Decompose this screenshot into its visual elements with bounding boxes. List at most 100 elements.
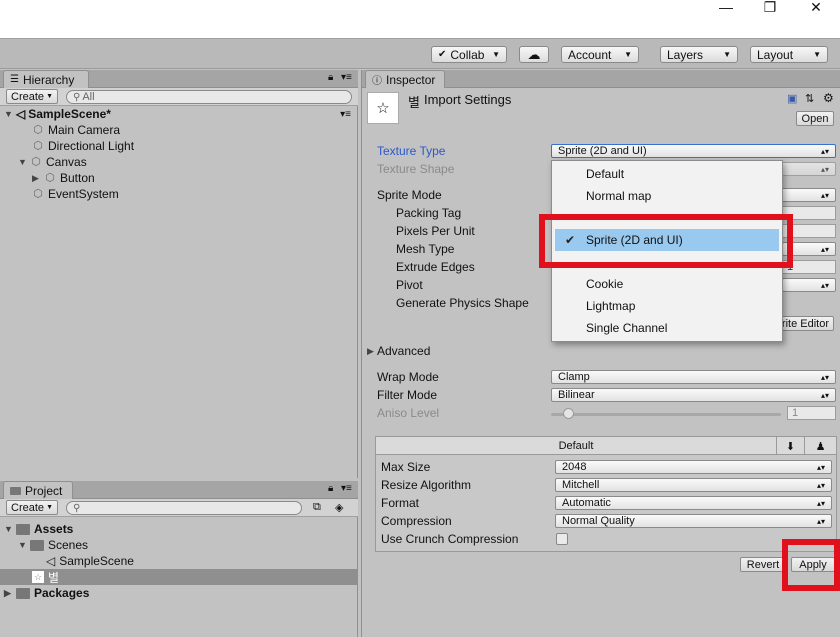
page-title: 별 Import Settings bbox=[408, 92, 511, 111]
android-icon: ♟ bbox=[815, 440, 826, 453]
preset-sliders-icon[interactable]: ⇅ bbox=[805, 92, 814, 105]
menu-item-label: Single Channel bbox=[586, 321, 668, 335]
menu-item-normal-map[interactable]: Normal map bbox=[552, 185, 782, 207]
dropdown-arrow-icon: ▴▾ bbox=[820, 146, 829, 156]
max-size-label: Max Size bbox=[381, 460, 431, 474]
sprite-mode-label: Sprite Mode bbox=[377, 188, 442, 202]
expand-down-icon[interactable]: ▼ bbox=[18, 157, 30, 167]
compression-label: Compression bbox=[381, 514, 452, 528]
menu-item-label: Cookie bbox=[586, 277, 624, 291]
scene-row[interactable]: ▼ ◁ SampleScene* ▾≡ bbox=[0, 106, 357, 122]
chevron-down-icon: ▼ bbox=[723, 50, 731, 59]
panel-menu-icon[interactable]: ▾≡ bbox=[341, 72, 352, 83]
expand-right-icon[interactable]: ▶ bbox=[4, 588, 16, 599]
create-button[interactable]: Create ▼ bbox=[6, 500, 58, 515]
restore-icon[interactable]: ❐ bbox=[750, 0, 790, 15]
texture-type-dropdown[interactable]: Sprite (2D and UI) ▴▾ bbox=[551, 144, 836, 158]
open-label: Open bbox=[801, 112, 829, 125]
list-item[interactable]: ⬡ EventSystem bbox=[0, 186, 357, 202]
platform-tabbar: Default ⬇ ♟ bbox=[376, 437, 836, 455]
advanced-foldout[interactable]: ▶ Advanced bbox=[367, 342, 430, 360]
folder-icon bbox=[10, 486, 21, 495]
list-item[interactable]: ▼ ⬡ Canvas bbox=[0, 154, 357, 170]
format-dropdown[interactable]: Automatic ▴▾ bbox=[555, 496, 832, 510]
tab-android-platform[interactable]: ♟ bbox=[804, 437, 836, 455]
hierarchy-search-input[interactable]: ⚲ All bbox=[66, 90, 352, 104]
pivot-dropdown[interactable]: ▴▾ bbox=[782, 278, 836, 292]
list-item-label: Scenes bbox=[48, 538, 89, 552]
search-icon: ⚲ bbox=[73, 91, 81, 103]
expand-down-icon[interactable]: ▼ bbox=[4, 109, 16, 119]
menu-item-lightmap[interactable]: Lightmap bbox=[552, 295, 782, 317]
dropdown-arrow-icon: ▴▾ bbox=[820, 372, 829, 382]
cloud-button[interactable]: ☁ bbox=[519, 46, 549, 63]
layers-dropdown[interactable]: Layers ▼ bbox=[660, 46, 738, 63]
create-button[interactable]: Create ▼ bbox=[6, 89, 58, 104]
dropdown-arrow-icon: ▴▾ bbox=[820, 280, 829, 290]
account-label: Account bbox=[568, 47, 612, 62]
label-tag-icon[interactable]: ◈ bbox=[335, 501, 343, 514]
aniso-slider-thumb bbox=[563, 408, 574, 419]
extrude-edges-label: Extrude Edges bbox=[396, 260, 475, 274]
menu-item-default[interactable]: Default bbox=[552, 163, 782, 185]
help-book-icon[interactable]: ▣ bbox=[787, 92, 797, 105]
list-item[interactable]: ⬡ Directional Light bbox=[0, 138, 357, 154]
create-label: Create bbox=[11, 501, 45, 514]
project-tabbar: Project 🔒︎ ▾≡ bbox=[0, 481, 358, 499]
panel-menu-icon[interactable]: ▾≡ bbox=[341, 483, 352, 494]
list-item[interactable]: ⬡ Main Camera bbox=[0, 122, 357, 138]
layout-dropdown[interactable]: Layout ▼ bbox=[750, 46, 828, 63]
tab-project[interactable]: Project bbox=[3, 481, 73, 499]
resize-algorithm-dropdown[interactable]: Mitchell ▴▾ bbox=[555, 478, 832, 492]
menu-item-label: Normal map bbox=[586, 189, 652, 203]
compression-value: Normal Quality bbox=[562, 515, 635, 527]
scene-menu-icon[interactable]: ▾≡ bbox=[340, 109, 351, 120]
list-item[interactable]: ◁ SampleScene bbox=[0, 553, 357, 569]
list-item[interactable]: ▼ Assets bbox=[0, 521, 357, 537]
dropdown-arrow-icon: ▴▾ bbox=[820, 390, 829, 400]
folder-icon bbox=[16, 587, 30, 599]
list-item[interactable]: ▶ Packages bbox=[0, 585, 357, 601]
hierarchy-tree: ▼ ◁ SampleScene* ▾≡ ⬡ Main Camera ⬡ Dire… bbox=[0, 106, 357, 202]
expand-down-icon[interactable]: ▼ bbox=[4, 524, 16, 534]
expand-right-icon[interactable]: ▶ bbox=[32, 173, 44, 184]
lock-icon[interactable]: 🔒︎ bbox=[328, 72, 333, 83]
minimize-icon[interactable]: — bbox=[706, 0, 746, 15]
expand-down-icon[interactable]: ▼ bbox=[18, 540, 30, 550]
close-icon[interactable]: ✕ bbox=[796, 0, 836, 15]
filter-type-icon[interactable]: ⧉ bbox=[313, 501, 321, 514]
chevron-down-icon: ▼ bbox=[813, 50, 821, 59]
tab-default-platform[interactable]: Default bbox=[376, 437, 776, 455]
collab-button[interactable]: ✔ Collab ▼ bbox=[431, 46, 507, 63]
aniso-level-field: 1 bbox=[787, 406, 836, 420]
list-item-label: Canvas bbox=[46, 155, 87, 169]
gear-icon[interactable]: ⚙ bbox=[823, 91, 834, 105]
tab-hierarchy[interactable]: ☰ Hierarchy bbox=[3, 70, 89, 88]
list-item-selected[interactable]: ☆ 별 bbox=[0, 569, 357, 585]
project-search-input[interactable]: ⚲ bbox=[66, 501, 302, 515]
list-item[interactable]: ▼ Scenes bbox=[0, 537, 357, 553]
format-label: Format bbox=[381, 496, 420, 510]
crunch-compression-label: Use Crunch Compression bbox=[381, 532, 519, 546]
menu-item-cookie[interactable]: Cookie bbox=[552, 273, 782, 295]
list-item[interactable]: ▶ ⬡ Button bbox=[0, 170, 357, 186]
highlight-box-sprite-option bbox=[539, 214, 793, 268]
open-button[interactable]: Open bbox=[796, 111, 834, 126]
lock-icon[interactable]: 🔒︎ bbox=[328, 483, 333, 494]
compression-dropdown[interactable]: Normal Quality ▴▾ bbox=[555, 514, 832, 528]
wrap-mode-dropdown[interactable]: Clamp ▴▾ bbox=[551, 370, 836, 384]
menu-item-single-channel[interactable]: Single Channel bbox=[552, 317, 782, 339]
tab-standalone-platform[interactable]: ⬇ bbox=[776, 437, 804, 455]
crunch-compression-checkbox[interactable] bbox=[556, 533, 568, 545]
revert-button[interactable]: Revert bbox=[740, 557, 786, 572]
pixels-per-unit-label: Pixels Per Unit bbox=[396, 224, 475, 238]
account-dropdown[interactable]: Account ▼ bbox=[561, 46, 639, 63]
list-item-label: 별 bbox=[48, 570, 60, 585]
gameobject-icon: ⬡ bbox=[31, 156, 41, 168]
create-label: Create bbox=[11, 90, 45, 103]
dropdown-arrow-icon: ▴▾ bbox=[820, 244, 829, 254]
filter-mode-dropdown[interactable]: Bilinear ▴▾ bbox=[551, 388, 836, 402]
tab-inspector[interactable]: ⓘ Inspector bbox=[365, 70, 445, 88]
max-size-dropdown[interactable]: 2048 ▴▾ bbox=[555, 460, 832, 474]
resize-algorithm-label: Resize Algorithm bbox=[381, 478, 472, 492]
